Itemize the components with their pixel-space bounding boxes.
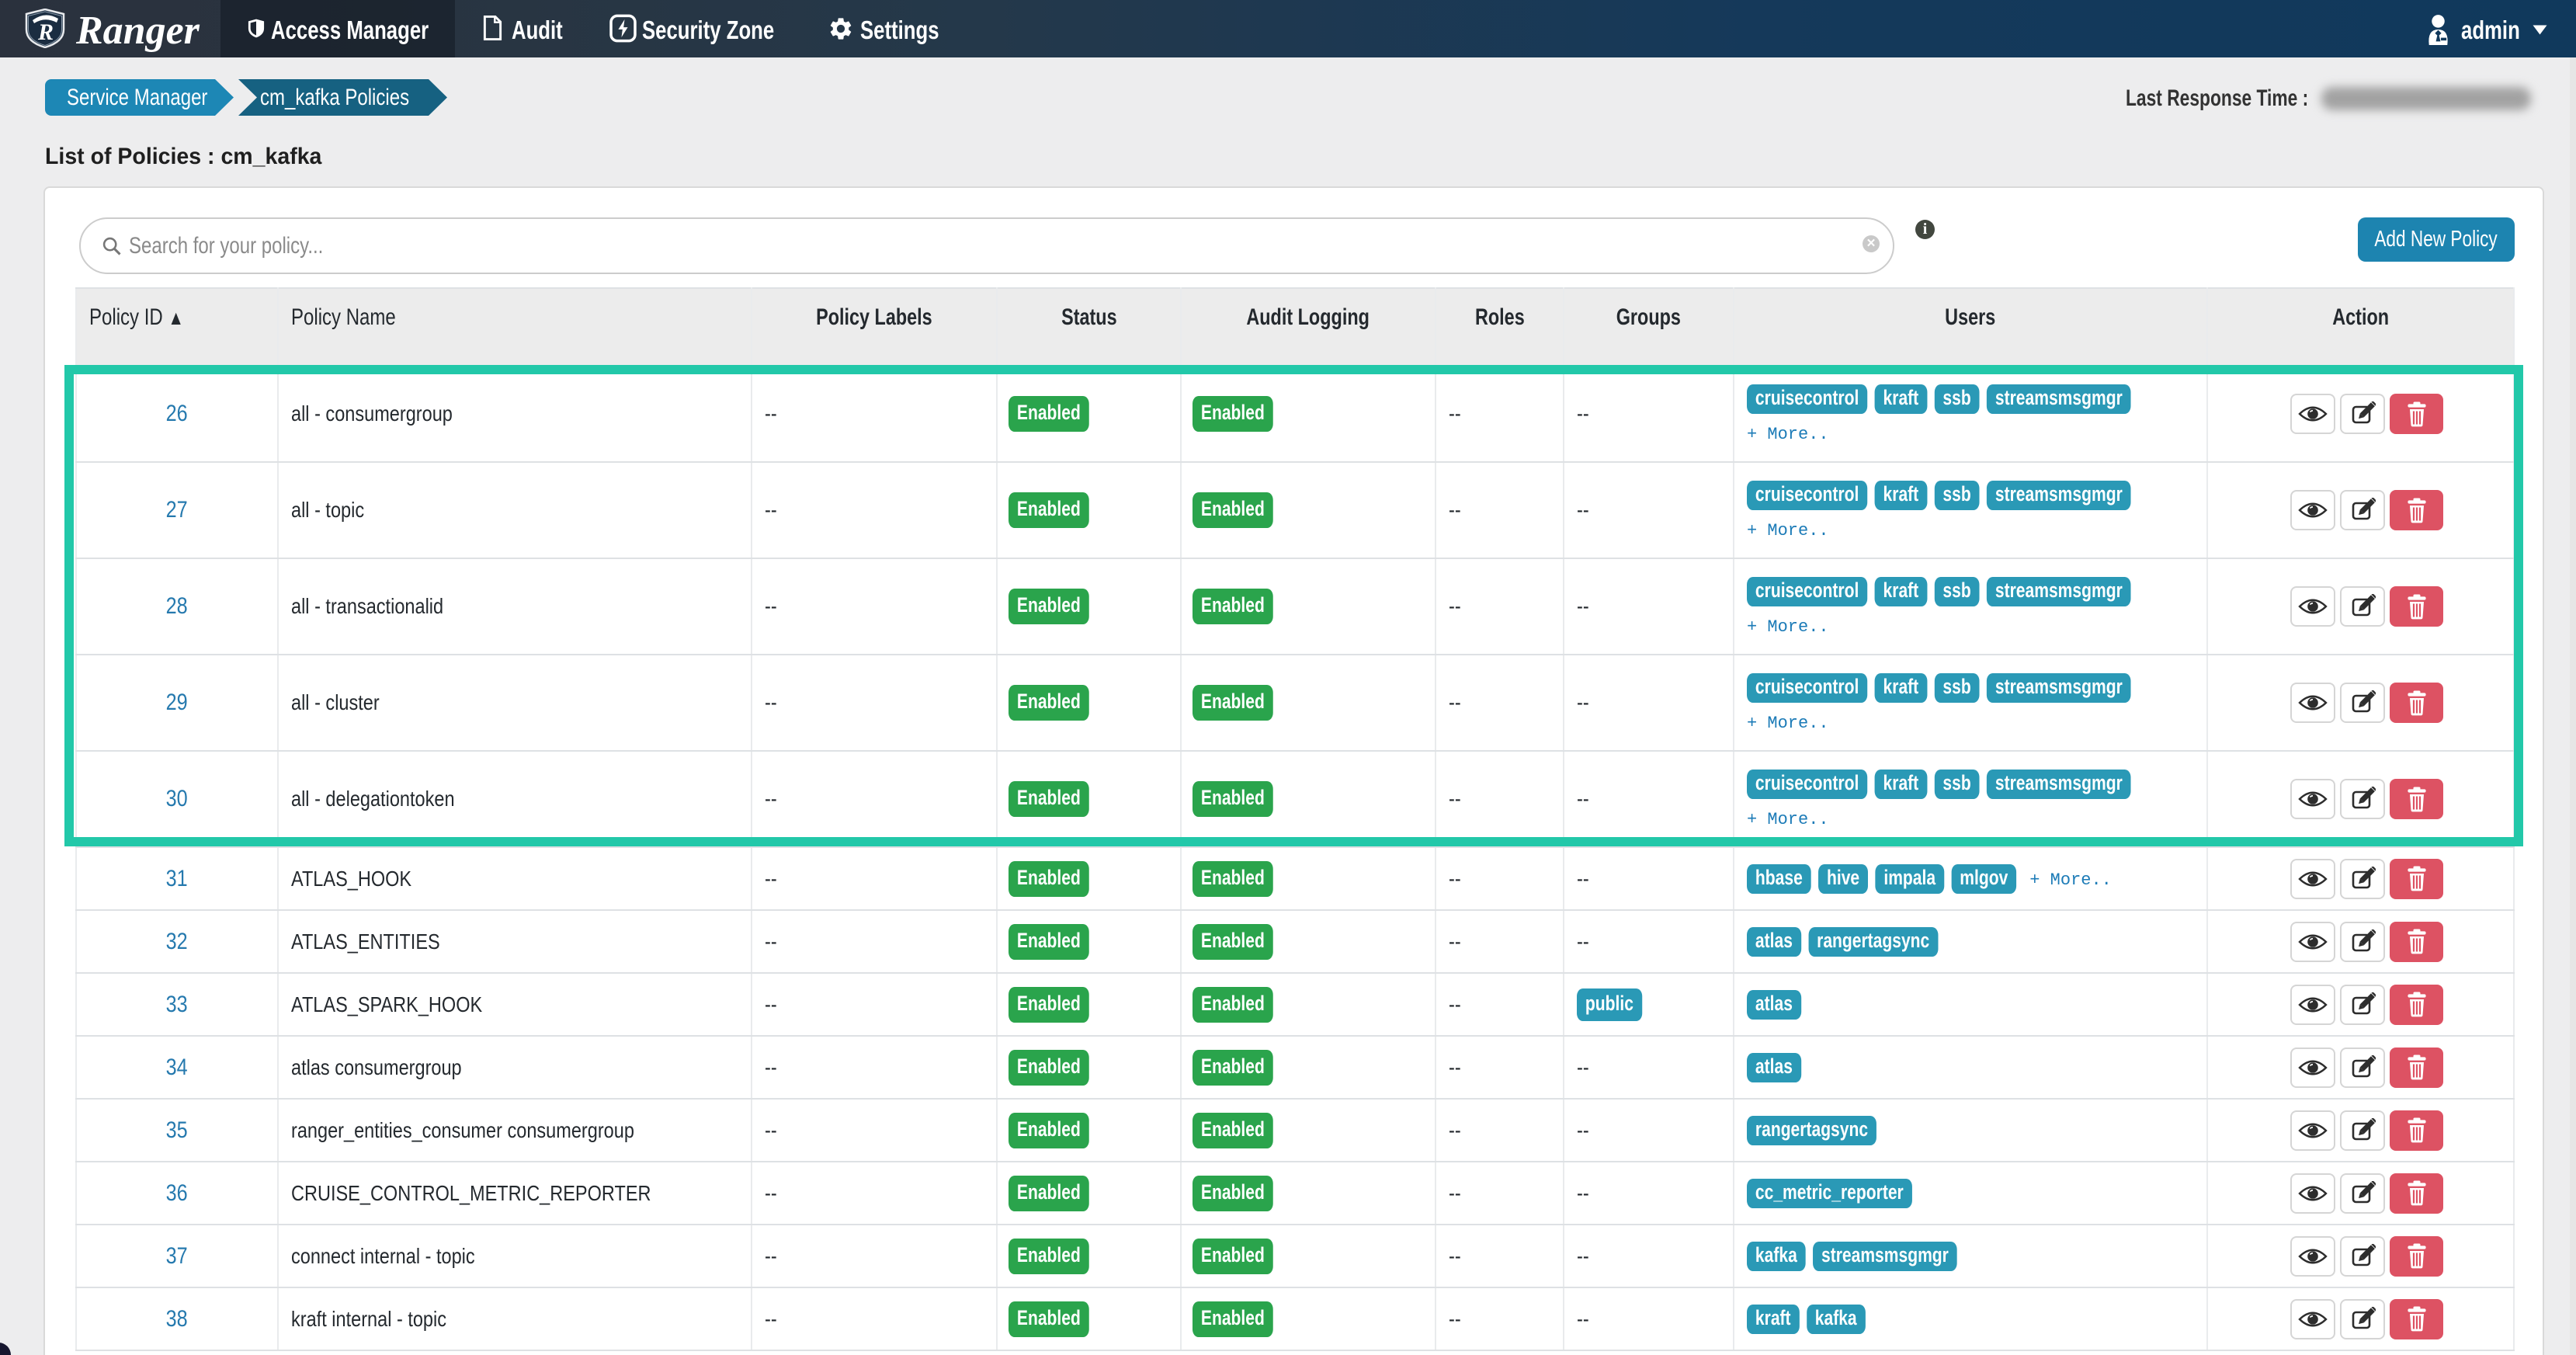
svg-text:R: R <box>37 19 54 45</box>
